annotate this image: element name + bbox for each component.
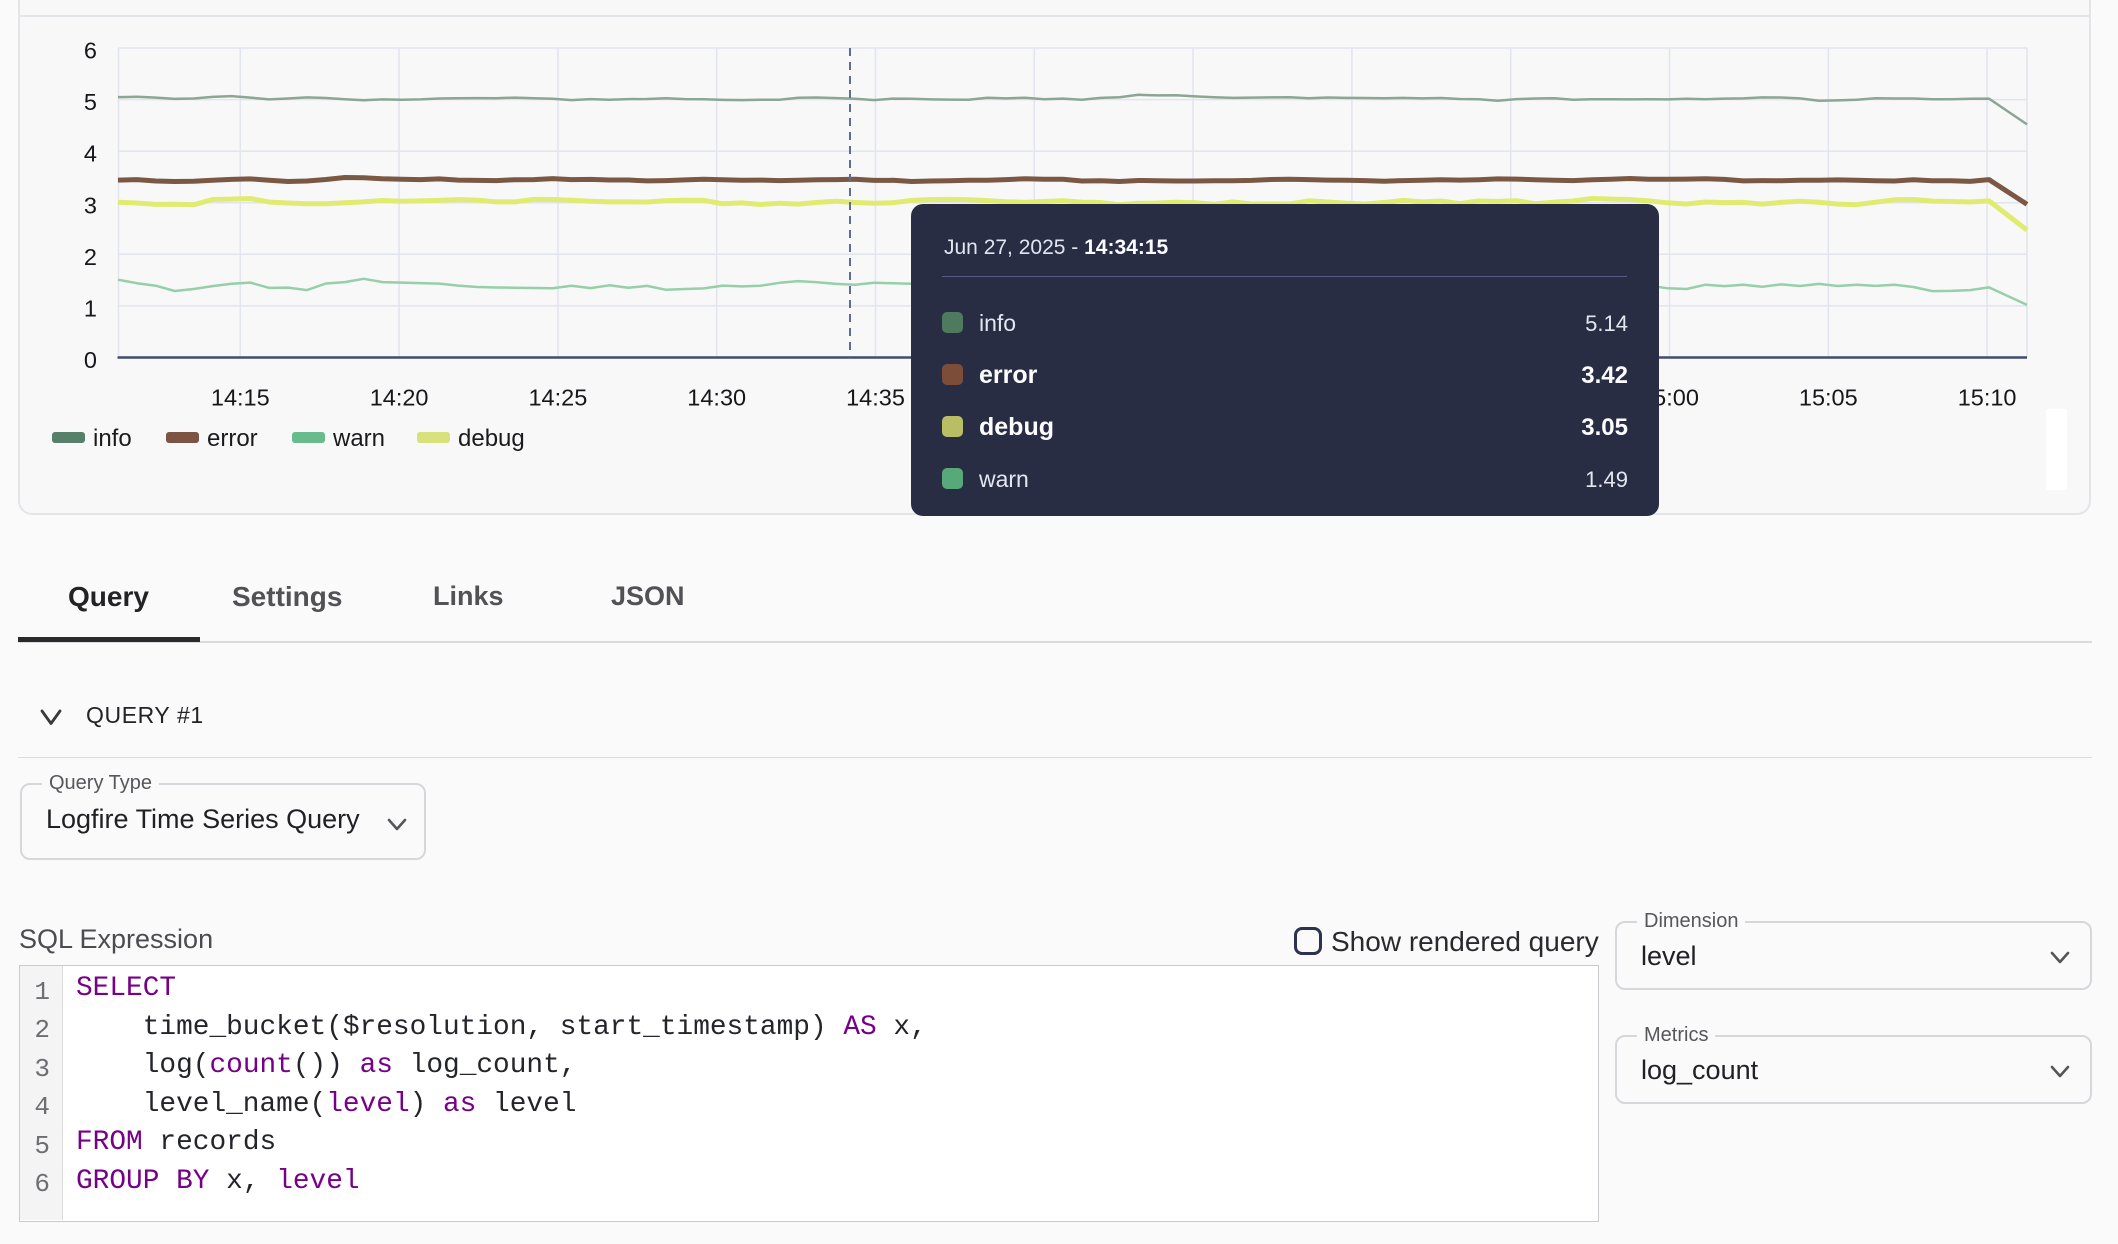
svg-text:15:05: 15:05 (1799, 385, 1858, 411)
svg-text:error: error (207, 425, 258, 452)
svg-text:1: 1 (84, 295, 97, 321)
svg-text:3: 3 (84, 192, 97, 218)
svg-text:4: 4 (84, 141, 97, 167)
svg-text:warn: warn (332, 425, 385, 452)
svg-text:14:25: 14:25 (528, 385, 587, 411)
svg-text:5: 5 (84, 89, 97, 115)
svg-text:info: info (93, 425, 132, 452)
svg-text:14:35: 14:35 (846, 385, 905, 411)
svg-text:14:20: 14:20 (370, 385, 429, 411)
svg-text:0: 0 (84, 347, 97, 373)
svg-text:2: 2 (84, 244, 97, 270)
svg-text:14:15: 14:15 (211, 385, 270, 411)
svg-text:6: 6 (84, 38, 97, 64)
svg-text:15:10: 15:10 (1958, 385, 2017, 411)
svg-text:debug: debug (458, 425, 525, 452)
svg-text:14:30: 14:30 (687, 385, 746, 411)
